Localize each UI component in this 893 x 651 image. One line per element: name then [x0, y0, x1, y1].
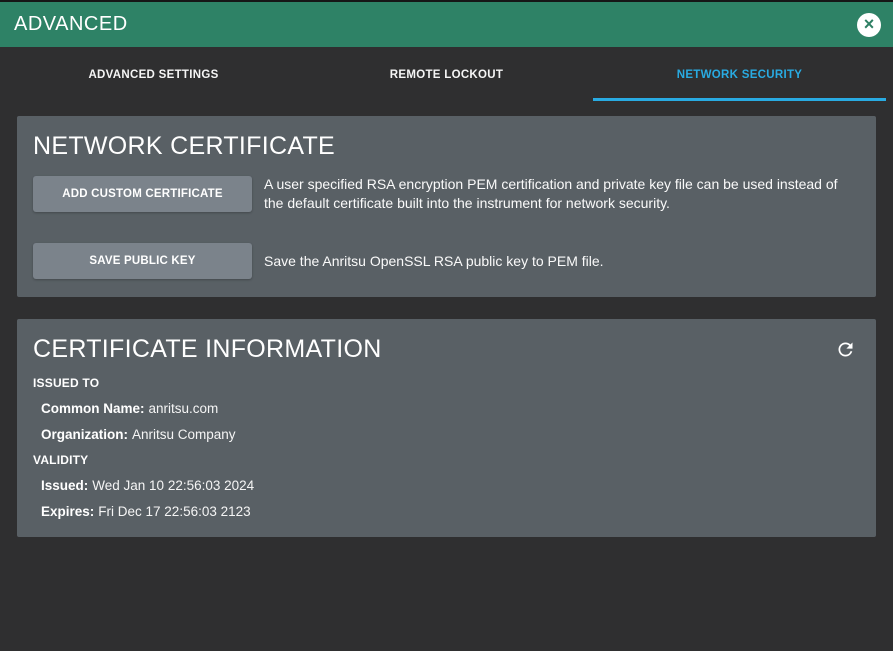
issued-field: Issued: Wed Jan 10 22:56:03 2024 [41, 478, 860, 493]
tab-advanced-settings[interactable]: ADVANCED SETTINGS [7, 47, 300, 101]
organization-label: Organization: [41, 427, 128, 442]
dialog-title: ADVANCED [14, 13, 857, 36]
common-name-value: anritsu.com [149, 401, 219, 416]
expires-field: Expires: Fri Dec 17 22:56:03 2123 [41, 504, 860, 519]
issued-to-heading: ISSUED TO [33, 376, 860, 390]
network-certificate-panel: NETWORK CERTIFICATE ADD CUSTOM CERTIFICA… [17, 116, 876, 297]
close-icon: × [864, 15, 875, 33]
tab-bar: ADVANCED SETTINGS REMOTE LOCKOUT NETWORK… [0, 47, 893, 101]
save-public-key-button[interactable]: SAVE PUBLIC KEY [33, 243, 252, 279]
save-public-key-row: SAVE PUBLIC KEY Save the Anritsu OpenSSL… [33, 243, 860, 279]
common-name-field: Common Name: anritsu.com [41, 401, 860, 416]
expires-value: Fri Dec 17 22:56:03 2123 [98, 504, 250, 519]
organization-value: Anritsu Company [132, 427, 236, 442]
refresh-icon [835, 339, 856, 360]
save-public-key-description: Save the Anritsu OpenSSL RSA public key … [264, 252, 604, 271]
dialog-titlebar: ADVANCED × [0, 2, 893, 47]
certificate-information-title: CERTIFICATE INFORMATION [33, 335, 835, 364]
validity-heading: VALIDITY [33, 453, 860, 467]
certificate-information-header: CERTIFICATE INFORMATION [33, 333, 860, 364]
network-certificate-title: NETWORK CERTIFICATE [33, 132, 860, 161]
tab-remote-lockout[interactable]: REMOTE LOCKOUT [300, 47, 593, 101]
certificate-details: ISSUED TO Common Name: anritsu.com Organi… [33, 376, 860, 519]
refresh-button[interactable] [835, 333, 860, 363]
issued-label: Issued: [41, 478, 88, 493]
common-name-label: Common Name: [41, 401, 145, 416]
advanced-dialog: ADVANCED × ADVANCED SETTINGS REMOTE LOCK… [0, 0, 893, 651]
expires-label: Expires: [41, 504, 94, 519]
tab-content: NETWORK CERTIFICATE ADD CUSTOM CERTIFICA… [0, 101, 893, 537]
add-custom-certificate-button[interactable]: ADD CUSTOM CERTIFICATE [33, 176, 252, 212]
add-custom-certificate-description: A user specified RSA encryption PEM cert… [264, 175, 860, 213]
certificate-information-panel: CERTIFICATE INFORMATION ISSUED TO Common… [17, 319, 876, 537]
close-button[interactable]: × [857, 13, 881, 37]
add-custom-certificate-row: ADD CUSTOM CERTIFICATE A user specified … [33, 175, 860, 213]
tab-network-security[interactable]: NETWORK SECURITY [593, 47, 886, 101]
issued-value: Wed Jan 10 22:56:03 2024 [92, 478, 254, 493]
organization-field: Organization: Anritsu Company [41, 427, 860, 442]
